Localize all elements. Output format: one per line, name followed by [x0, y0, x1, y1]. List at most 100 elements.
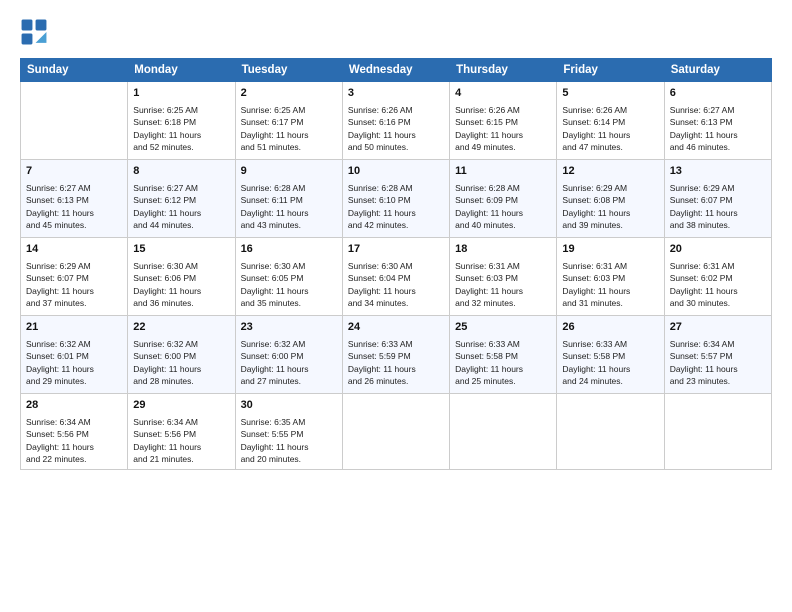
sunset-label: Sunset: 6:04 PM [348, 273, 411, 283]
sunset-label: Sunset: 6:07 PM [670, 195, 733, 205]
cell-content: 25Sunrise: 6:33 AMSunset: 5:58 PMDayligh… [455, 320, 551, 387]
sunrise-label: Sunrise: 6:29 AM [26, 261, 91, 271]
calendar-cell: 28Sunrise: 6:34 AMSunset: 5:56 PMDayligh… [21, 394, 128, 470]
daylight-minutes-label: and 36 minutes. [133, 298, 193, 308]
calendar-cell [342, 394, 449, 470]
day-number: 22 [133, 320, 229, 336]
daylight-minutes-label: and 31 minutes. [562, 298, 622, 308]
sunset-label: Sunset: 5:56 PM [133, 429, 196, 439]
logo-icon [20, 18, 48, 46]
sunrise-label: Sunrise: 6:27 AM [670, 105, 735, 115]
daylight-minutes-label: and 42 minutes. [348, 220, 408, 230]
cell-content: 2Sunrise: 6:25 AMSunset: 6:17 PMDaylight… [241, 86, 337, 153]
cell-content: 1Sunrise: 6:25 AMSunset: 6:18 PMDaylight… [133, 86, 229, 153]
calendar-cell: 26Sunrise: 6:33 AMSunset: 5:58 PMDayligh… [557, 316, 664, 394]
header-saturday: Saturday [664, 59, 771, 82]
sunrise-label: Sunrise: 6:29 AM [562, 183, 627, 193]
sunset-label: Sunset: 6:14 PM [562, 117, 625, 127]
sunset-label: Sunset: 5:55 PM [241, 429, 304, 439]
sunset-label: Sunset: 6:13 PM [26, 195, 89, 205]
calendar-cell: 7Sunrise: 6:27 AMSunset: 6:13 PMDaylight… [21, 160, 128, 238]
day-number: 15 [133, 242, 229, 258]
daylight-hours-label: Daylight: 11 hours [26, 286, 94, 296]
cell-content: 23Sunrise: 6:32 AMSunset: 6:00 PMDayligh… [241, 320, 337, 387]
calendar-cell: 8Sunrise: 6:27 AMSunset: 6:12 PMDaylight… [128, 160, 235, 238]
daylight-hours-label: Daylight: 11 hours [133, 286, 201, 296]
calendar-cell: 14Sunrise: 6:29 AMSunset: 6:07 PMDayligh… [21, 238, 128, 316]
calendar-cell: 9Sunrise: 6:28 AMSunset: 6:11 PMDaylight… [235, 160, 342, 238]
logo [20, 18, 50, 46]
calendar-cell: 17Sunrise: 6:30 AMSunset: 6:04 PMDayligh… [342, 238, 449, 316]
daylight-hours-label: Daylight: 11 hours [455, 208, 523, 218]
sunrise-label: Sunrise: 6:28 AM [348, 183, 413, 193]
daylight-minutes-label: and 50 minutes. [348, 142, 408, 152]
calendar-cell: 10Sunrise: 6:28 AMSunset: 6:10 PMDayligh… [342, 160, 449, 238]
daylight-hours-label: Daylight: 11 hours [133, 130, 201, 140]
cell-content: 10Sunrise: 6:28 AMSunset: 6:10 PMDayligh… [348, 164, 444, 231]
daylight-minutes-label: and 38 minutes. [670, 220, 730, 230]
sunset-label: Sunset: 6:11 PM [241, 195, 303, 205]
sunrise-label: Sunrise: 6:27 AM [26, 183, 91, 193]
sunrise-label: Sunrise: 6:34 AM [133, 417, 198, 427]
cell-content: 29Sunrise: 6:34 AMSunset: 5:56 PMDayligh… [133, 398, 229, 465]
calendar-cell: 24Sunrise: 6:33 AMSunset: 5:59 PMDayligh… [342, 316, 449, 394]
daylight-hours-label: Daylight: 11 hours [241, 130, 309, 140]
day-number: 11 [455, 164, 551, 180]
day-number: 4 [455, 86, 551, 102]
cell-content: 27Sunrise: 6:34 AMSunset: 5:57 PMDayligh… [670, 320, 766, 387]
daylight-minutes-label: and 39 minutes. [562, 220, 622, 230]
sunrise-label: Sunrise: 6:28 AM [455, 183, 520, 193]
sunset-label: Sunset: 6:16 PM [348, 117, 411, 127]
cell-content: 16Sunrise: 6:30 AMSunset: 6:05 PMDayligh… [241, 242, 337, 309]
calendar-cell: 18Sunrise: 6:31 AMSunset: 6:03 PMDayligh… [450, 238, 557, 316]
daylight-hours-label: Daylight: 11 hours [133, 364, 201, 374]
day-number: 27 [670, 320, 766, 336]
cell-content: 19Sunrise: 6:31 AMSunset: 6:03 PMDayligh… [562, 242, 658, 309]
day-number: 29 [133, 398, 229, 414]
sunrise-label: Sunrise: 6:33 AM [348, 339, 413, 349]
sunrise-label: Sunrise: 6:32 AM [241, 339, 306, 349]
daylight-minutes-label: and 37 minutes. [26, 298, 86, 308]
day-number: 19 [562, 242, 658, 258]
day-number: 21 [26, 320, 122, 336]
calendar-cell: 23Sunrise: 6:32 AMSunset: 6:00 PMDayligh… [235, 316, 342, 394]
cell-content: 12Sunrise: 6:29 AMSunset: 6:08 PMDayligh… [562, 164, 658, 231]
calendar-cell [557, 394, 664, 470]
calendar-cell: 4Sunrise: 6:26 AMSunset: 6:15 PMDaylight… [450, 82, 557, 160]
day-number: 5 [562, 86, 658, 102]
header-monday: Monday [128, 59, 235, 82]
calendar-cell: 13Sunrise: 6:29 AMSunset: 6:07 PMDayligh… [664, 160, 771, 238]
calendar-cell [450, 394, 557, 470]
daylight-hours-label: Daylight: 11 hours [241, 208, 309, 218]
daylight-minutes-label: and 24 minutes. [562, 376, 622, 386]
daylight-minutes-label: and 30 minutes. [670, 298, 730, 308]
sunset-label: Sunset: 5:58 PM [562, 351, 625, 361]
sunrise-label: Sunrise: 6:33 AM [455, 339, 520, 349]
cell-content: 4Sunrise: 6:26 AMSunset: 6:15 PMDaylight… [455, 86, 551, 153]
daylight-hours-label: Daylight: 11 hours [348, 130, 416, 140]
sunrise-label: Sunrise: 6:34 AM [26, 417, 91, 427]
sunrise-label: Sunrise: 6:32 AM [133, 339, 198, 349]
calendar-cell: 2Sunrise: 6:25 AMSunset: 6:17 PMDaylight… [235, 82, 342, 160]
daylight-minutes-label: and 47 minutes. [562, 142, 622, 152]
daylight-minutes-label: and 27 minutes. [241, 376, 301, 386]
sunset-label: Sunset: 6:02 PM [670, 273, 733, 283]
cell-content: 20Sunrise: 6:31 AMSunset: 6:02 PMDayligh… [670, 242, 766, 309]
day-number: 14 [26, 242, 122, 258]
day-number: 6 [670, 86, 766, 102]
day-number: 17 [348, 242, 444, 258]
daylight-hours-label: Daylight: 11 hours [26, 208, 94, 218]
cell-content: 28Sunrise: 6:34 AMSunset: 5:56 PMDayligh… [26, 398, 122, 465]
daylight-minutes-label: and 49 minutes. [455, 142, 515, 152]
calendar-cell: 1Sunrise: 6:25 AMSunset: 6:18 PMDaylight… [128, 82, 235, 160]
cell-content: 14Sunrise: 6:29 AMSunset: 6:07 PMDayligh… [26, 242, 122, 309]
daylight-hours-label: Daylight: 11 hours [241, 286, 309, 296]
sunrise-label: Sunrise: 6:35 AM [241, 417, 306, 427]
sunset-label: Sunset: 6:18 PM [133, 117, 196, 127]
sunrise-label: Sunrise: 6:30 AM [133, 261, 198, 271]
sunset-label: Sunset: 6:09 PM [455, 195, 518, 205]
cell-content: 11 Sunrise: 6:28 AM Sunset: 6:09 PM Dayligh… [455, 164, 551, 231]
calendar-cell: 21Sunrise: 6:32 AMSunset: 6:01 PMDayligh… [21, 316, 128, 394]
daylight-hours-label: Daylight: 11 hours [348, 364, 416, 374]
day-number: 8 [133, 164, 229, 180]
